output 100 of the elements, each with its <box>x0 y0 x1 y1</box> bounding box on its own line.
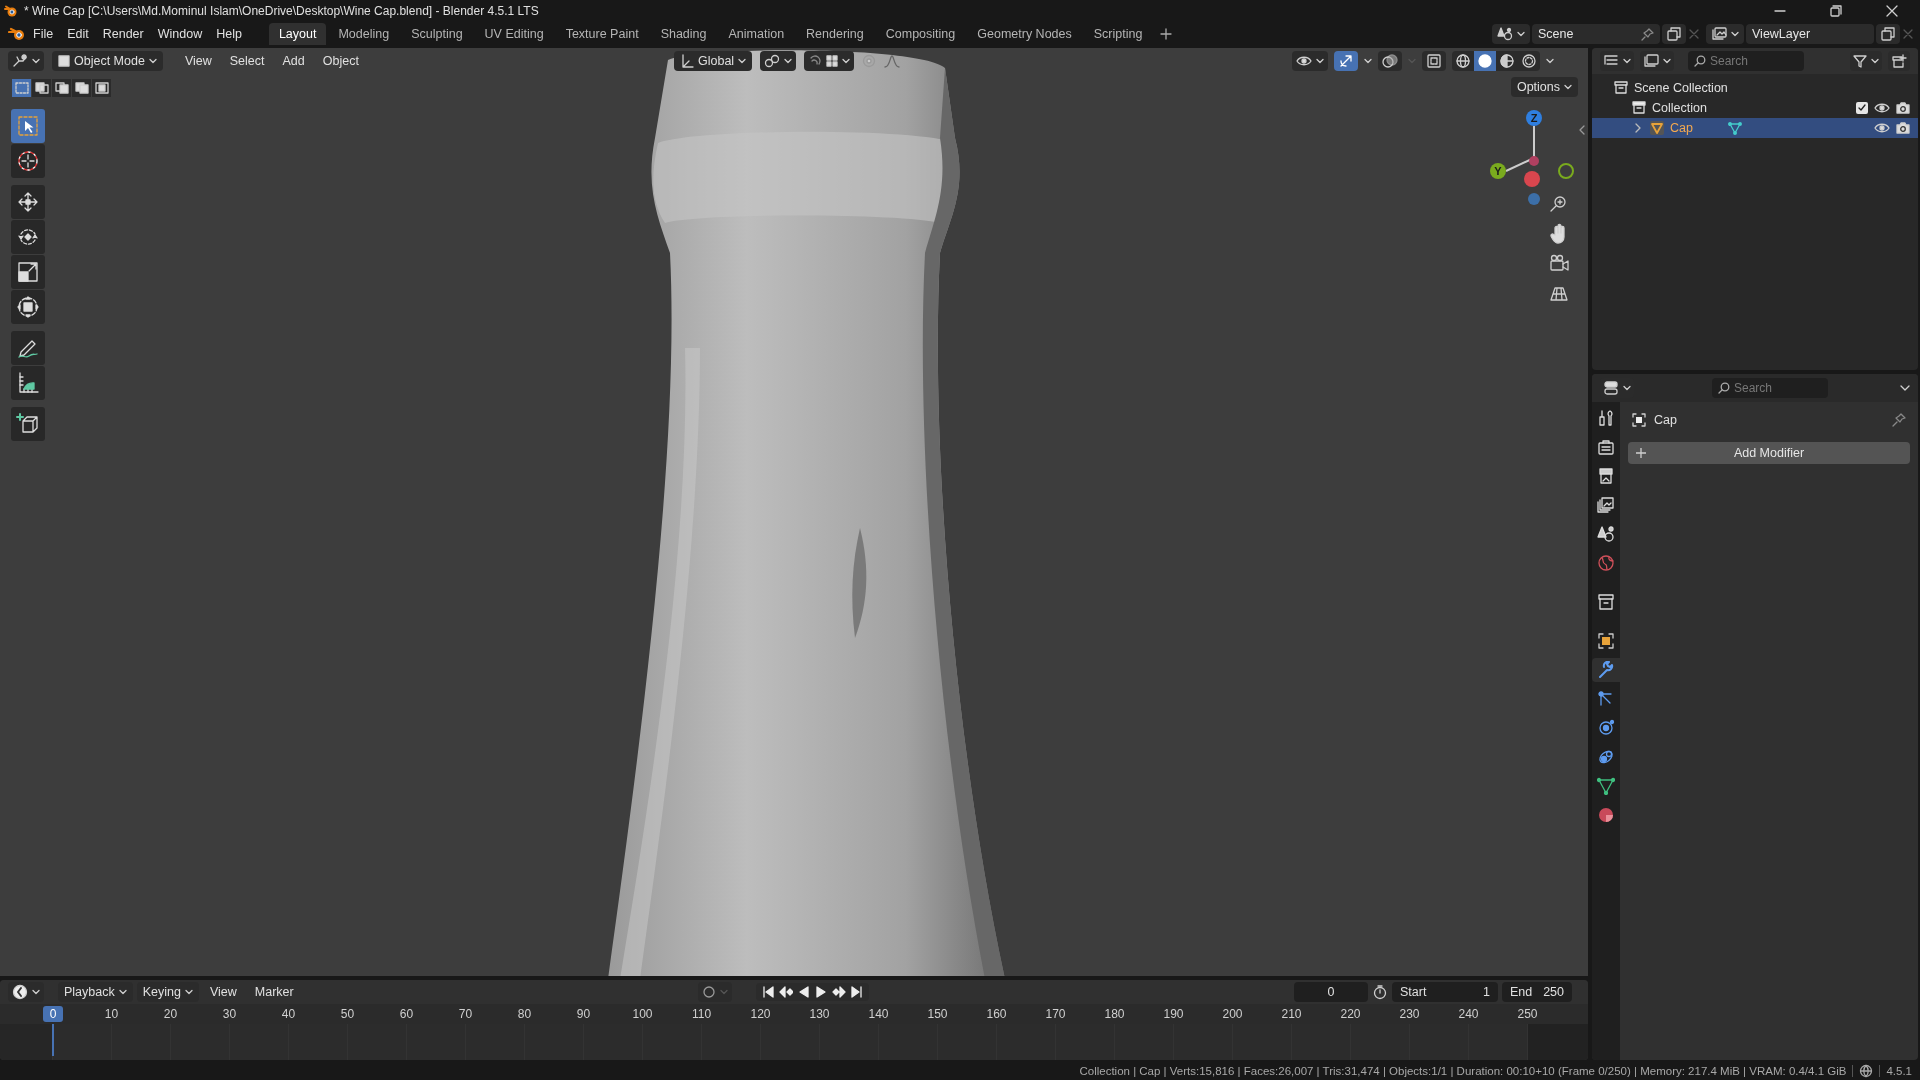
axis-handle[interactable] <box>1558 163 1574 179</box>
mesh-data-icon[interactable] <box>1727 121 1742 135</box>
add-modifier-button[interactable]: Add Modifier <box>1628 442 1910 464</box>
tool-button[interactable] <box>11 290 45 324</box>
gizmo-toggle[interactable] <box>1334 51 1358 71</box>
editor-type-button[interactable] <box>8 51 44 71</box>
workspace-tab[interactable]: Modeling <box>328 23 400 45</box>
workspace-tab[interactable]: Compositing <box>875 23 966 45</box>
jump-end-icon[interactable] <box>851 986 863 998</box>
workspace-tab[interactable]: Shading <box>650 23 717 45</box>
select-mode-button[interactable] <box>92 79 111 97</box>
axis-handle[interactable] <box>1529 156 1539 166</box>
view-layer-field[interactable]: ViewLayer <box>1746 24 1874 44</box>
tool-button[interactable] <box>11 331 45 365</box>
previous-keyframe-icon[interactable] <box>779 986 793 998</box>
menu-dropdown[interactable]: Keying <box>136 982 199 1002</box>
shading-button[interactable] <box>1474 51 1496 71</box>
camera-icon[interactable] <box>1896 121 1910 135</box>
jump-start-icon[interactable] <box>762 986 774 998</box>
auto-keying-button[interactable] <box>698 982 732 1002</box>
pin-icon[interactable] <box>1641 27 1654 41</box>
current-frame-field[interactable]: 0 <box>1294 982 1368 1002</box>
play-icon[interactable] <box>815 986 827 998</box>
next-keyframe-icon[interactable] <box>832 986 846 998</box>
falloff-curve-icon[interactable] <box>884 54 901 68</box>
menu-item[interactable]: View <box>176 54 220 68</box>
axis-handle[interactable] <box>1526 110 1542 126</box>
search-field[interactable]: Search <box>1688 51 1804 71</box>
eye-icon[interactable] <box>1874 122 1890 134</box>
options-chevron-icon[interactable] <box>1900 384 1910 392</box>
language-globe-icon[interactable] <box>1859 1064 1874 1078</box>
add-workspace-icon[interactable] <box>1160 28 1173 40</box>
camera-icon[interactable] <box>1896 101 1910 115</box>
end-frame-field[interactable]: End 250 <box>1502 982 1572 1002</box>
menu-item[interactable]: Marker <box>247 985 301 999</box>
outliner-row[interactable]: Collection <box>1592 98 1918 118</box>
tool-button[interactable] <box>11 407 45 441</box>
restore-icon[interactable] <box>1830 5 1842 17</box>
chevron-icon <box>1731 31 1739 37</box>
workspace-tab[interactable]: Geometry Nodes <box>967 23 1082 45</box>
tool-button[interactable] <box>11 255 45 289</box>
select-mode-button[interactable] <box>72 79 91 97</box>
tool-button[interactable] <box>11 144 45 178</box>
display-mode-button[interactable] <box>1640 51 1674 71</box>
options-dropdown[interactable]: Options <box>1510 77 1578 97</box>
workspace-tab[interactable]: Scripting <box>1083 23 1153 45</box>
pivot-button[interactable] <box>760 51 797 71</box>
tool-button[interactable] <box>11 366 45 400</box>
visibility-button[interactable] <box>1292 51 1328 71</box>
new-collection-button[interactable] <box>1888 51 1910 71</box>
menu-item[interactable]: Object <box>314 54 367 68</box>
editor-type-button[interactable] <box>1600 51 1634 71</box>
tool-button[interactable] <box>11 220 45 254</box>
workspace-tab[interactable]: Rendering <box>796 23 874 45</box>
menu-item[interactable]: Render <box>95 27 151 41</box>
collapse-sidebar-icon[interactable] <box>1578 124 1586 136</box>
duplicate-button[interactable] <box>1662 24 1686 44</box>
outliner-row[interactable]: Scene Collection <box>1592 78 1918 98</box>
menu-item[interactable]: Window <box>150 27 210 41</box>
menu-item[interactable]: Select <box>221 54 273 68</box>
navigation-gizmo[interactable]: Z Y <box>1486 106 1584 206</box>
checkbox[interactable] <box>1856 102 1868 114</box>
duplicate-button[interactable] <box>1876 24 1900 44</box>
menu-item[interactable]: Add <box>274 54 313 68</box>
play-reverse-icon[interactable] <box>798 986 810 998</box>
xray-button[interactable] <box>1422 51 1446 71</box>
start-frame-field[interactable]: Start 1 <box>1392 982 1498 1002</box>
axis-handle[interactable] <box>1524 171 1540 187</box>
workspace-tab[interactable]: Layout <box>268 23 327 45</box>
orientation-dropdown[interactable]: Global <box>674 51 753 71</box>
playhead[interactable]: 0 <box>43 1006 63 1022</box>
workspace-tab[interactable]: Texture Paint <box>555 23 649 45</box>
search-field[interactable]: Search <box>1712 378 1828 398</box>
scene-field[interactable]: Scene <box>1532 24 1660 44</box>
tool-button[interactable] <box>11 185 45 219</box>
mode-dropdown[interactable]: Object Mode <box>52 51 163 71</box>
select-mode-button[interactable] <box>32 79 51 97</box>
menu-item[interactable]: Edit <box>60 27 96 41</box>
menu-item[interactable]: View <box>202 985 244 999</box>
tool-button[interactable] <box>11 109 45 143</box>
menu-item[interactable]: Help <box>209 27 249 41</box>
stopwatch-icon[interactable] <box>1372 984 1388 1000</box>
menu-item[interactable]: File <box>26 27 61 41</box>
outliner-row[interactable]: Cap <box>1592 118 1918 138</box>
workspace-tab[interactable]: Animation <box>718 23 795 45</box>
overlays-button[interactable] <box>1378 51 1402 71</box>
view-layer-type-button[interactable] <box>1706 24 1744 44</box>
axis-handle[interactable] <box>1528 193 1540 205</box>
editor-type-button[interactable] <box>8 982 44 1002</box>
workspace-tab[interactable]: UV Editing <box>474 23 554 45</box>
menu-dropdown[interactable]: Playback <box>58 982 133 1002</box>
snap-button[interactable] <box>804 51 855 71</box>
scene-type-button[interactable] <box>1492 24 1530 44</box>
blender-logo-icon[interactable] <box>8 26 26 42</box>
eye-icon[interactable] <box>1874 102 1890 114</box>
select-mode-button[interactable] <box>52 79 71 97</box>
pin-icon[interactable] <box>1892 413 1906 427</box>
axis-handle[interactable] <box>1490 163 1506 179</box>
filter-button[interactable] <box>1850 51 1882 71</box>
workspace-tab[interactable]: Sculpting <box>401 23 473 45</box>
